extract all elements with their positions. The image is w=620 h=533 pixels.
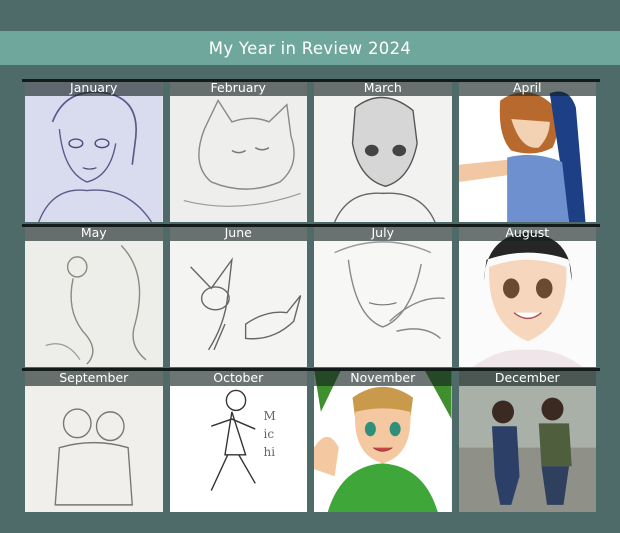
month-label: December [494, 370, 560, 385]
month-card-august[interactable]: August [458, 224, 596, 367]
drawing-hugging-pair [25, 369, 163, 512]
drawing-mermaid [25, 224, 163, 367]
month-label: September [59, 370, 129, 385]
month-card-october[interactable]: October Michi [169, 369, 307, 512]
drawing-girl-portrait [25, 79, 163, 222]
month-label-bar: September [25, 369, 163, 386]
row-divider [22, 368, 600, 371]
month-card-february[interactable]: February [169, 79, 307, 222]
month-label: November [350, 370, 416, 385]
month-card-january[interactable]: January [25, 79, 163, 222]
month-card-july[interactable]: July [314, 224, 452, 367]
month-grid: January February March April May June Ju… [25, 79, 596, 512]
month-card-may[interactable]: May [25, 224, 163, 367]
drawing-sleeping-cat [169, 79, 307, 222]
drawing-two-kids-running [458, 369, 596, 512]
month-card-march[interactable]: March [314, 79, 452, 222]
month-card-september[interactable]: September [25, 369, 163, 512]
row-divider [22, 224, 600, 227]
month-label: October [213, 370, 264, 385]
drawing-boy-green-shirt [314, 369, 452, 512]
month-card-november[interactable]: November [314, 369, 452, 512]
drawing-girl-smiling [458, 224, 596, 367]
drawing-boy-hoodie [314, 79, 452, 222]
drawing-girl-blue-ribbon [458, 79, 596, 222]
row-divider [22, 79, 600, 82]
drawing-fennec-foxes [169, 224, 307, 367]
month-card-april[interactable]: April [458, 79, 596, 222]
drawing-face-hand-chin [314, 224, 452, 367]
signature-michi: Michi [263, 409, 276, 459]
month-card-december[interactable]: December [458, 369, 596, 512]
month-label-bar: November [314, 369, 452, 386]
month-label-bar: December [458, 369, 596, 386]
month-label-bar: October [169, 369, 307, 386]
page-title: My Year in Review 2024 [208, 38, 412, 58]
title-banner: My Year in Review 2024 [0, 31, 620, 65]
drawing-running-girl [169, 369, 307, 512]
month-card-june[interactable]: June [169, 224, 307, 367]
